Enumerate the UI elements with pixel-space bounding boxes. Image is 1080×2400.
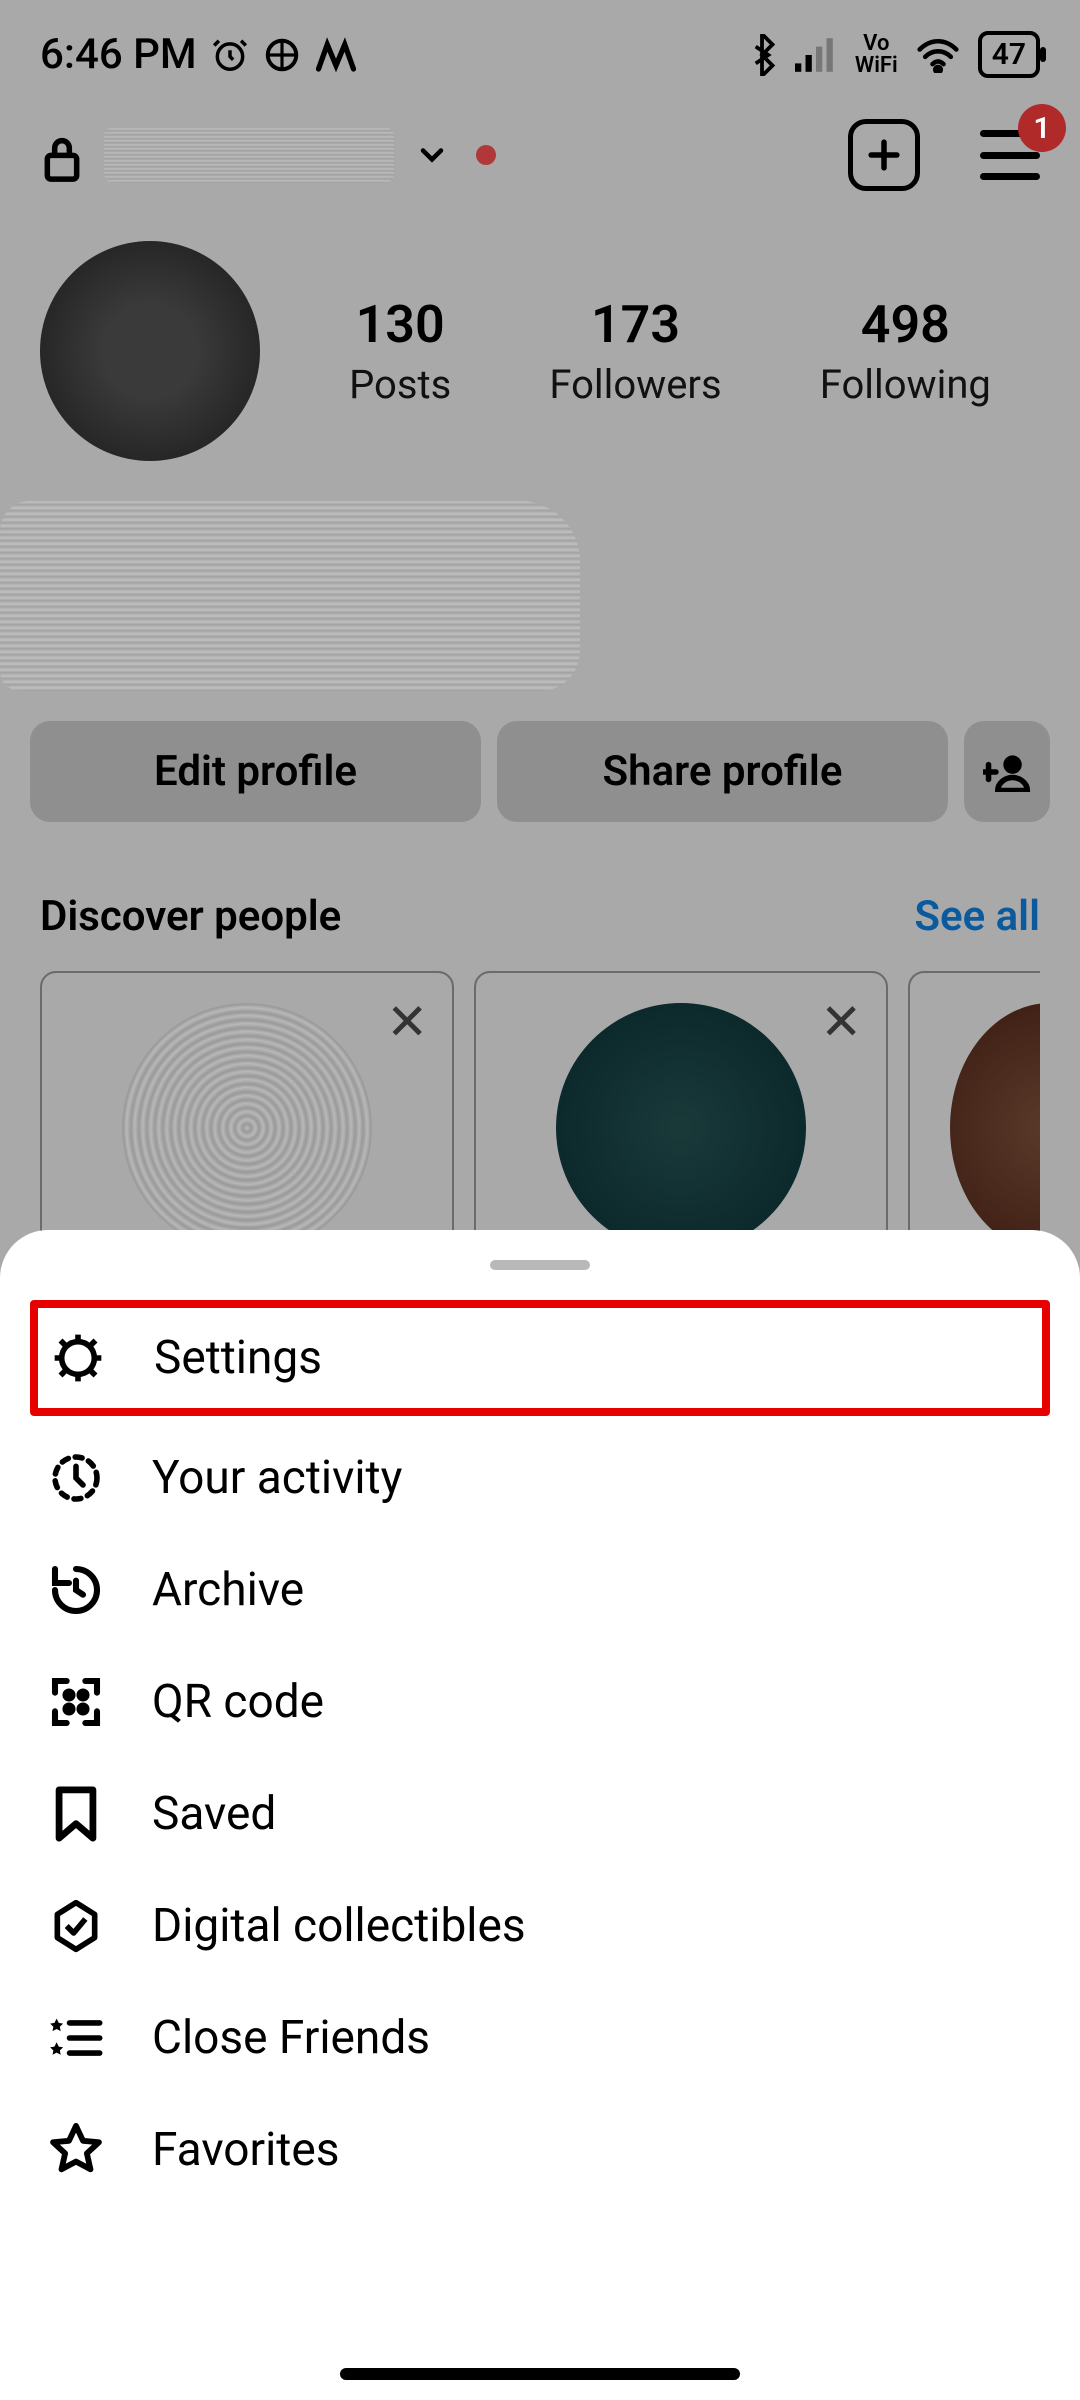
- profile-avatar[interactable]: [40, 241, 260, 461]
- menu-label: Settings: [154, 1331, 322, 1385]
- share-profile-button[interactable]: Share profile: [497, 721, 948, 822]
- wifi-sublabel: WiFi: [855, 55, 898, 77]
- stat-followers[interactable]: 173 Followers: [549, 294, 721, 408]
- gear-icon: [48, 1328, 108, 1388]
- status-right: Vo WiFi 47: [747, 31, 1040, 78]
- activity-icon: [46, 1448, 106, 1508]
- following-count: 498: [820, 294, 991, 355]
- username-redacted[interactable]: [104, 127, 394, 183]
- notification-dot: [476, 145, 496, 165]
- menu-label: Your activity: [152, 1451, 402, 1505]
- menu-label: Digital collectibles: [152, 1899, 526, 1953]
- menu-badge: 1: [1018, 104, 1066, 152]
- following-label: Following: [820, 361, 991, 408]
- close-friends-icon: [46, 2008, 106, 2068]
- profile-action-row: Edit profile Share profile: [0, 711, 1080, 832]
- status-app-icon: [263, 36, 301, 74]
- wifi-icon: [916, 37, 960, 73]
- menu-label: Favorites: [152, 2123, 339, 2177]
- menu-label: Archive: [152, 1563, 304, 1617]
- profile-header: 1: [0, 99, 1080, 211]
- posts-count: 130: [349, 294, 451, 355]
- stat-following[interactable]: 498 Following: [820, 294, 991, 408]
- signal-icon: [795, 37, 837, 73]
- options-bottom-sheet: Settings Your activity Archive QR code S: [0, 1230, 1080, 2400]
- status-bar: 6:46 PM Vo WiFi: [0, 0, 1080, 99]
- menu-item-qr[interactable]: QR code: [30, 1646, 1050, 1758]
- menu-label: Saved: [152, 1787, 276, 1841]
- bookmark-icon: [46, 1784, 106, 1844]
- hexagon-check-icon: [46, 1896, 106, 1956]
- chevron-down-icon[interactable]: [414, 137, 450, 173]
- status-time: 6:46 PM: [40, 30, 197, 79]
- create-button[interactable]: [848, 119, 920, 191]
- menu-label: Close Friends: [152, 2011, 430, 2065]
- followers-count: 173: [549, 294, 721, 355]
- close-icon[interactable]: ✕: [820, 993, 862, 1052]
- discover-avatar: [950, 1003, 1040, 1253]
- menu-item-collectibles[interactable]: Digital collectibles: [30, 1870, 1050, 1982]
- posts-label: Posts: [349, 361, 451, 408]
- menu-list: Settings Your activity Archive QR code S: [0, 1300, 1080, 2206]
- discover-header: Discover people See all: [0, 832, 1080, 971]
- lock-icon: [40, 133, 84, 177]
- menu-item-activity[interactable]: Your activity: [30, 1422, 1050, 1534]
- status-left: 6:46 PM: [40, 30, 357, 79]
- menu-item-favorites[interactable]: Favorites: [30, 2094, 1050, 2206]
- edit-profile-button[interactable]: Edit profile: [30, 721, 481, 822]
- vowifi-icon: Vo WiFi: [855, 33, 898, 77]
- menu-item-settings[interactable]: Settings: [30, 1300, 1050, 1416]
- bluetooth-icon: [747, 34, 777, 76]
- battery-level: 47: [992, 37, 1026, 72]
- close-icon[interactable]: ✕: [386, 993, 428, 1052]
- followers-label: Followers: [549, 361, 721, 408]
- battery-icon: 47: [978, 31, 1040, 78]
- qr-icon: [46, 1672, 106, 1732]
- see-all-link[interactable]: See all: [914, 892, 1040, 941]
- menu-label: QR code: [152, 1675, 324, 1729]
- discover-people-button[interactable]: [964, 721, 1050, 822]
- discover-title: Discover people: [40, 892, 341, 941]
- sheet-grab-handle[interactable]: [490, 1260, 590, 1270]
- discover-avatar: [122, 1003, 372, 1253]
- menu-item-saved[interactable]: Saved: [30, 1758, 1050, 1870]
- bio-redacted: [0, 501, 580, 691]
- archive-icon: [46, 1560, 106, 1620]
- profile-stats-row: 130 Posts 173 Followers 498 Following: [0, 211, 1080, 471]
- alarm-icon: [211, 36, 249, 74]
- menu-item-close-friends[interactable]: Close Friends: [30, 1982, 1050, 2094]
- hamburger-menu-button[interactable]: 1: [980, 130, 1040, 180]
- discover-avatar: [556, 1003, 806, 1253]
- vo-label: Vo: [855, 33, 898, 55]
- star-icon: [46, 2120, 106, 2180]
- stat-posts[interactable]: 130 Posts: [349, 294, 451, 408]
- status-m-icon: [315, 36, 357, 74]
- menu-item-archive[interactable]: Archive: [30, 1534, 1050, 1646]
- home-indicator[interactable]: [340, 2368, 740, 2380]
